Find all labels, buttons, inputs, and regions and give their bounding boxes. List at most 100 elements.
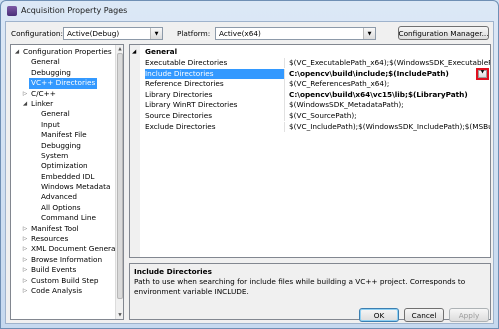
visual-studio-icon — [7, 6, 17, 16]
property-value[interactable]: $(WindowsSDK_MetadataPath); — [289, 100, 490, 110]
column-divider — [284, 79, 285, 90]
expand-icon[interactable]: ▷ — [21, 234, 29, 244]
property-value[interactable]: $(VC_IncludePath);$(WindowsSDK_IncludePa… — [289, 122, 490, 132]
tree-item-label: Custom Build Step — [31, 275, 99, 285]
tree-item-label: All Options — [41, 202, 81, 212]
tree-item-label: General — [31, 57, 60, 67]
tree-item[interactable]: ▷ Browse Information — [11, 255, 115, 265]
tree-item-label: Code Analysis — [31, 285, 83, 295]
expand-icon[interactable]: ▷ — [21, 244, 29, 254]
tree-item[interactable]: General — [11, 109, 115, 119]
collapse-icon[interactable]: ◢ — [132, 47, 136, 57]
tree-item[interactable]: Input — [11, 120, 115, 130]
property-pages-window: Acquisition Property Pages Configuration… — [0, 0, 499, 329]
highlight-annotation-box — [476, 67, 489, 80]
property-name: Exclude Directories — [145, 121, 216, 131]
tree-item-label: Input — [41, 119, 60, 129]
tree-item[interactable]: ▷ Code Analysis — [11, 286, 115, 296]
property-tree-items: ◢ Configuration Properties General Debuggin… — [11, 45, 116, 319]
configuration-manager-button[interactable]: Configuration Manager... — [398, 26, 489, 40]
tree-item[interactable]: Optimization — [11, 161, 115, 171]
tree-item-label: Debugging — [41, 140, 81, 150]
cancel-button[interactable]: Cancel — [404, 308, 444, 322]
tree-vertical-scrollbar[interactable]: ▲ ▼ — [115, 45, 123, 319]
collapse-icon[interactable]: ◢ — [13, 47, 21, 57]
expand-icon[interactable]: ▷ — [21, 89, 29, 99]
tree-item[interactable]: VC++ Directories — [11, 78, 115, 89]
grid-row[interactable]: Source Directories $(VC_SourcePath); — [143, 111, 490, 122]
expand-icon[interactable]: ▷ — [21, 255, 29, 265]
property-tree[interactable]: ◢ Configuration Properties General Debuggin… — [10, 44, 124, 320]
column-divider — [284, 68, 285, 79]
property-value[interactable]: C:\opencv\build\include;$(IncludePath) — [289, 69, 490, 79]
grid-row[interactable]: Exclude Directories $(VC_IncludePath);$(W… — [143, 121, 490, 132]
tree-item[interactable]: Embedded IDL — [11, 172, 115, 182]
tree-item[interactable]: System — [11, 151, 115, 161]
grid-row[interactable]: Library WinRT Directories $(WindowsSDK_Me… — [143, 100, 490, 111]
column-divider — [284, 89, 285, 101]
title-bar[interactable]: Acquisition Property Pages — [1, 1, 498, 21]
collapse-icon[interactable]: ◢ — [21, 99, 29, 109]
tree-item[interactable]: ▷ Resources — [11, 234, 115, 244]
configuration-select-value: Active(Debug) — [67, 29, 120, 38]
tree-item[interactable]: ▷ Manifest Tool — [11, 224, 115, 234]
tree-item[interactable]: ◢ Linker — [11, 99, 115, 109]
scrollbar-thumb[interactable] — [117, 53, 123, 299]
property-name: Include Directories — [145, 68, 284, 79]
tree-item-label: General — [41, 109, 70, 119]
expand-icon[interactable]: ▷ — [21, 286, 29, 296]
tree-item[interactable]: Advanced — [11, 192, 115, 202]
chevron-down-icon: ▼ — [363, 28, 375, 39]
tree-item[interactable]: All Options — [11, 203, 115, 213]
configuration-select[interactable]: Active(Debug) ▼ — [63, 27, 163, 40]
scroll-down-icon[interactable]: ▼ — [116, 311, 123, 319]
platform-select[interactable]: Active(x64) ▼ — [215, 27, 376, 40]
tree-item[interactable]: ▷ Build Events — [11, 265, 115, 275]
tree-item-label: Manifest Tool — [31, 223, 79, 233]
platform-label: Platform: — [177, 29, 211, 38]
tree-item[interactable]: Debugging — [11, 68, 115, 78]
expand-icon[interactable]: ▷ — [21, 276, 29, 286]
tree-item[interactable]: ▷ C/C++ — [11, 89, 115, 99]
tree-item-label: Linker — [31, 98, 54, 108]
property-value[interactable]: $(VC_ExecutablePath_x64);$(WindowsSDK_Ex… — [289, 58, 490, 68]
tree-item-label: Optimization — [41, 161, 88, 171]
tree-item[interactable]: General — [11, 57, 115, 67]
tree-item[interactable]: Manifest File — [11, 130, 115, 140]
scroll-up-icon[interactable]: ▲ — [116, 45, 123, 53]
property-name: Source Directories — [145, 111, 213, 120]
tree-item[interactable]: ▷ XML Document Genera — [11, 244, 116, 254]
property-name: Reference Directories — [145, 79, 224, 89]
column-divider — [284, 111, 285, 122]
property-value[interactable]: C:\opencv\build\x64\vc15\lib;$(LibraryPa… — [289, 90, 490, 100]
tree-item-label: Manifest File — [41, 130, 87, 140]
tree-item[interactable]: ◢ Configuration Properties — [11, 47, 115, 57]
tree-item-label: Advanced — [41, 192, 78, 202]
apply-button[interactable]: Apply — [449, 308, 489, 322]
column-divider — [284, 100, 285, 111]
tree-item-label: VC++ Directories — [29, 78, 98, 89]
tree-item[interactable]: ▷ Custom Build Step — [11, 276, 115, 286]
ok-button[interactable]: OK — [359, 308, 399, 322]
property-grid[interactable]: ◢ General Executable Directories $(VC_Exe… — [129, 44, 491, 258]
tree-item-label: Build Events — [31, 265, 77, 275]
column-divider — [284, 58, 285, 69]
tree-item[interactable]: Windows Metadata — [11, 182, 115, 192]
property-name: Library Directories — [145, 89, 213, 99]
property-value[interactable]: $(VC_SourcePath); — [289, 111, 490, 121]
description-title: Include Directories — [134, 267, 212, 276]
expand-icon[interactable]: ▷ — [21, 265, 29, 275]
grid-row[interactable]: Executable Directories $(VC_ExecutablePat… — [143, 58, 490, 69]
grid-category-label: General — [145, 47, 178, 56]
tree-item[interactable]: Command Line — [11, 213, 115, 223]
tree-item-label: Browse Information — [31, 254, 103, 264]
expand-icon[interactable]: ▷ — [21, 224, 29, 234]
column-divider — [284, 121, 285, 132]
grid-row[interactable]: Reference Directories $(VC_ReferencesPath… — [143, 79, 490, 90]
property-value[interactable]: $(VC_ReferencesPath_x64); — [289, 79, 490, 89]
grid-row[interactable]: Library Directories C:\opencv\build\x64\v… — [143, 89, 490, 101]
tree-item-label: Embedded IDL — [41, 171, 95, 181]
grid-row[interactable]: Include Directories C:\opencv\build\inclu… — [143, 67, 490, 80]
platform-select-value: Active(x64) — [219, 29, 261, 38]
tree-item[interactable]: Debugging — [11, 141, 115, 151]
